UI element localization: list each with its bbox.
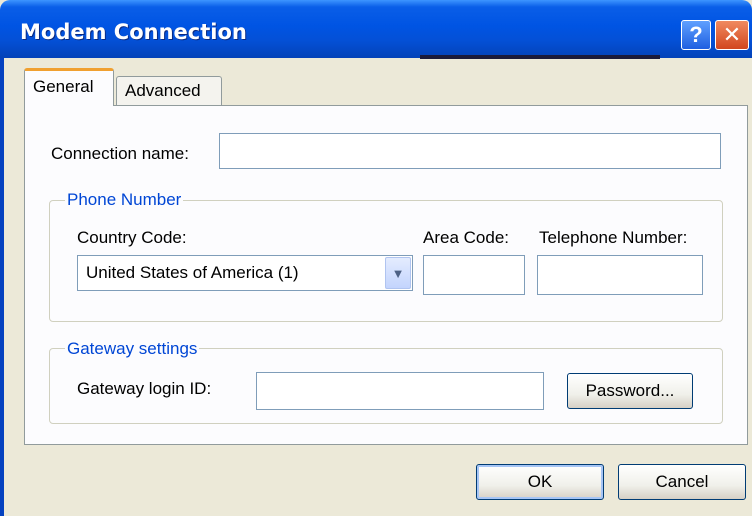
connection-name-field[interactable] <box>219 133 721 169</box>
title-bar[interactable]: Modem Connection ? ✕ <box>0 0 752 59</box>
gateway-login-label: Gateway login ID: <box>77 379 212 398</box>
country-code-label: Country Code: <box>77 228 187 247</box>
window-frame-edge <box>0 58 4 516</box>
area-code-field[interactable] <box>423 255 525 295</box>
area-code-label: Area Code: <box>423 228 509 247</box>
gateway-login-field[interactable] <box>256 372 544 410</box>
window-title: Modem Connection <box>20 20 247 44</box>
title-bar-shadow <box>420 55 660 59</box>
modem-connection-dialog: Modem Connection ? ✕ General Advanced Co… <box>0 0 752 516</box>
tab-advanced[interactable]: Advanced <box>116 76 222 106</box>
country-code-selected: United States of America (1) <box>86 263 299 282</box>
phone-number-group-title: Phone Number <box>65 190 184 210</box>
tab-general[interactable]: General <box>24 68 114 106</box>
chevron-down-icon[interactable]: ▼ <box>385 257 411 289</box>
close-icon: ✕ <box>722 22 742 47</box>
gateway-settings-group-title: Gateway settings <box>65 339 200 359</box>
help-button[interactable]: ? <box>681 20 711 50</box>
close-button[interactable]: ✕ <box>715 20 749 50</box>
password-button[interactable]: Password... <box>567 373 693 409</box>
connection-name-label: Connection name: <box>51 144 189 163</box>
country-code-dropdown[interactable]: United States of America (1) ▼ <box>77 255 413 291</box>
help-icon: ? <box>689 22 703 47</box>
telephone-number-field[interactable] <box>537 255 703 295</box>
general-tab-panel: Connection name: Phone Number Country Co… <box>24 105 748 445</box>
telephone-number-label: Telephone Number: <box>539 228 688 247</box>
ok-button[interactable]: OK <box>476 464 604 500</box>
cancel-button[interactable]: Cancel <box>618 464 746 500</box>
